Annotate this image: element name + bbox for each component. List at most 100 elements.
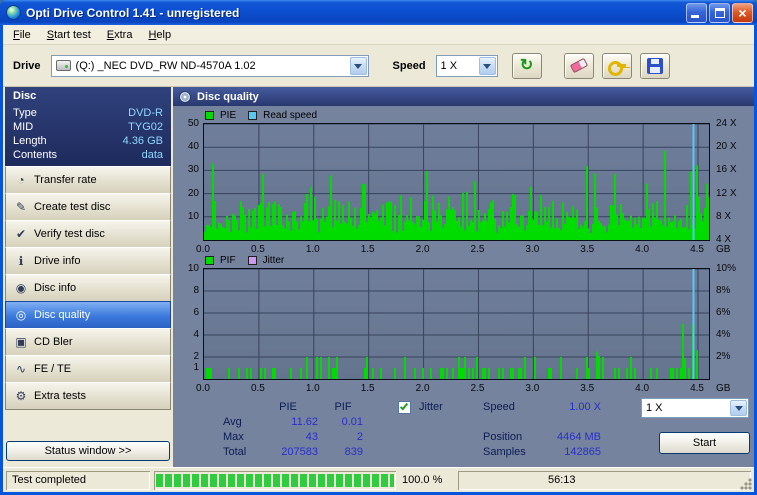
drive-combobox-arrow[interactable]: [349, 56, 367, 75]
pie-x-axis-label: 3.0: [525, 244, 540, 255]
sidebar-item-create-test-disc[interactable]: ✎ Create test disc: [5, 193, 171, 221]
resize-grip[interactable]: [740, 478, 753, 491]
pif-x-axis-label: 3.0: [525, 383, 540, 394]
disc-type-row: Type DVD-R: [5, 106, 171, 120]
speed-combobox-arrow[interactable]: [478, 56, 496, 75]
test-speed-combobox-value: 1 X: [646, 402, 663, 414]
samples-stat-value: 142865: [564, 446, 601, 458]
close-button[interactable]: ×: [732, 2, 753, 23]
pie-y-axis-label: 10: [187, 210, 199, 222]
sidebar-item-extra-tests[interactable]: ⚙ Extra tests: [5, 382, 171, 410]
sidebar-item-drive-info[interactable]: ℹ Drive info: [5, 247, 171, 275]
status-window-button[interactable]: Status window >>: [6, 441, 170, 461]
sidebar-item-disc-info[interactable]: ◉ Disc info: [5, 274, 171, 302]
refresh-drives-button[interactable]: ↻: [511, 52, 542, 79]
sidebar-item-verify-test-disc[interactable]: ✔ Verify test disc: [5, 220, 171, 248]
speed-combobox[interactable]: 1 X: [435, 54, 498, 77]
erase-disc-button[interactable]: [563, 52, 594, 79]
pif-legend-label: PIF: [220, 255, 236, 266]
pie-column-header: PIE: [279, 401, 297, 413]
pie-x-axis-label: 2.0: [415, 244, 430, 255]
jitter-checkbox[interactable]: [398, 401, 411, 414]
menubar: File Start test Extra Help: [3, 25, 754, 45]
pif-x-axis-label: 3.5: [580, 383, 595, 394]
test-speed-combobox[interactable]: 1 X: [641, 398, 749, 418]
sidebar-item-label: Verify test disc: [34, 228, 105, 240]
pie-x-axis-label: 0.5: [250, 244, 265, 255]
max-pif-value: 2: [356, 431, 363, 443]
pie-x-axis-label: 1.0: [305, 244, 320, 255]
read-speed-legend-label: Read speed: [263, 110, 318, 121]
disc-info-panel: Disc Type DVD-R MID TYG02 Length 4.36 GB…: [5, 87, 171, 167]
minimize-icon: [691, 14, 699, 18]
status-text: Test completed: [6, 471, 150, 490]
save-icon: [646, 57, 663, 74]
maximize-button[interactable]: [709, 2, 730, 23]
disc-type-value: DVD-R: [128, 107, 163, 119]
pie-y-axis-label: 20: [187, 187, 199, 199]
disc-contents-label: Contents: [13, 149, 58, 161]
disc-quality-icon: ◎: [15, 308, 27, 322]
progress-bar-fill: [156, 473, 394, 487]
start-button[interactable]: Start: [659, 432, 750, 454]
jitter-axis-label: 8%: [716, 285, 731, 296]
pif-x-axis-label: 1.0: [305, 383, 320, 394]
drive-icon: [55, 60, 71, 71]
total-row-label: Total: [223, 446, 247, 458]
pie-y-axis-label: 40: [187, 141, 199, 153]
pie-chart: [203, 123, 710, 241]
jitter-axis-label: 2%: [716, 351, 731, 362]
disc-quality-header-icon: [179, 90, 191, 103]
progress-bar: [154, 471, 396, 490]
pie-y-axis-label: 50: [187, 118, 199, 129]
pie-chart-legend: PIE Read speed: [205, 110, 323, 121]
sidebar-item-label: Disc info: [34, 282, 77, 294]
pif-x-axis-unit: GB: [716, 383, 731, 394]
read-speed-axis-label: 8 X: [716, 210, 732, 222]
menu-help[interactable]: Help: [140, 27, 179, 43]
app-icon: [6, 5, 21, 20]
menu-file[interactable]: File: [5, 27, 39, 43]
key-icon: [607, 60, 626, 76]
pif-y-axis-label: 4: [193, 329, 199, 340]
drive-combobox-value: (Q:) _NEC DVD_RW ND-4570A 1.02: [75, 59, 256, 72]
pif-y-axis-label: 6: [193, 307, 199, 318]
sidebar-item-transfer-rate[interactable]: ◔ Transfer rate: [5, 166, 171, 194]
extra-tests-icon: ⚙: [15, 389, 27, 403]
menu-extra[interactable]: Extra: [99, 27, 141, 43]
main-panel: Disc quality PIE Read speed PIF Jitter 5…: [173, 87, 754, 467]
minimize-button[interactable]: [686, 2, 707, 23]
sidebar-item-label: Transfer rate: [34, 174, 97, 186]
sidebar-item-label: Disc quality: [34, 309, 91, 321]
toolbar: Drive (Q:) _NEC DVD_RW ND-4570A 1.02 Spe…: [3, 45, 754, 87]
speed-label: Speed: [392, 59, 426, 72]
drive-combobox[interactable]: (Q:) _NEC DVD_RW ND-4570A 1.02: [50, 54, 369, 77]
pif-chart-canvas: [204, 269, 709, 379]
sidebar-item-fe-te[interactable]: ∿ FE / TE: [5, 355, 171, 383]
register-button[interactable]: [601, 52, 632, 79]
pif-chart-legend: PIF Jitter: [205, 255, 290, 266]
pif-column-header: PIF: [334, 401, 352, 413]
jitter-checkbox-label: Jitter: [419, 401, 443, 413]
test-speed-combobox-arrow[interactable]: [730, 400, 747, 416]
sidebar-item-cd-bler[interactable]: ▣ CD Bler: [5, 328, 171, 356]
maximize-icon: [715, 7, 725, 18]
disc-length-value: 4.36 GB: [122, 135, 163, 147]
save-button[interactable]: [639, 52, 670, 79]
jitter-legend-swatch: [247, 256, 257, 265]
cd-bler-icon: ▣: [15, 335, 27, 349]
titlebar[interactable]: Opti Drive Control 1.41 - unregistered ×: [0, 0, 757, 25]
fe-te-icon: ∿: [15, 362, 27, 376]
pie-x-axis-label: 2.5: [470, 244, 485, 255]
jitter-legend-label: Jitter: [262, 255, 285, 266]
pie-x-axis-label: 3.5: [580, 244, 595, 255]
pie-legend-swatch: [205, 111, 214, 120]
jitter-axis-label: 6%: [716, 307, 731, 318]
sidebar-item-label: FE / TE: [34, 363, 72, 375]
menu-start-test[interactable]: Start test: [39, 27, 99, 43]
sidebar-item-disc-quality[interactable]: ◎ Disc quality: [5, 301, 171, 329]
drive-label: Drive: [13, 59, 41, 72]
read-speed-axis-label: 24 X: [716, 118, 737, 129]
main-header-title: Disc quality: [197, 90, 259, 103]
